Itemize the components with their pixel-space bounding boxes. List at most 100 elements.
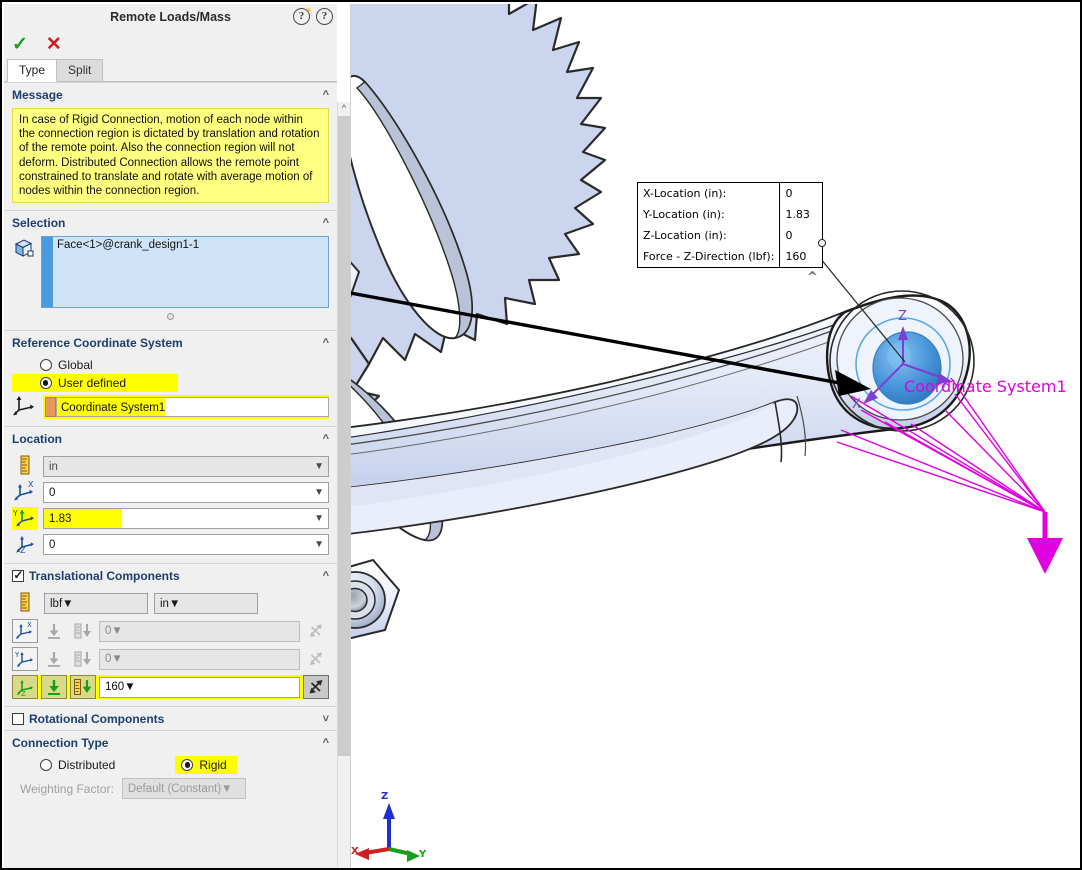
selection-resize-handle[interactable] xyxy=(12,309,329,323)
checkbox-rotational[interactable] xyxy=(12,713,24,726)
help-icon[interactable]: ? xyxy=(316,8,333,25)
radio-global[interactable]: Global xyxy=(12,356,329,374)
length-unit-select[interactable]: in ▼ xyxy=(154,593,258,615)
3d-viewport[interactable]: Z X Y Z X Coordinate System1 X-Location … xyxy=(351,4,1080,868)
section-header-rotational[interactable]: Rotational Components ˅ xyxy=(4,706,337,731)
radio-button-rigid[interactable] xyxy=(181,759,194,772)
svg-text:Z: Z xyxy=(21,690,26,696)
chevron-down-icon[interactable]: ▼ xyxy=(314,509,324,528)
radio-user-defined[interactable]: User defined xyxy=(12,374,178,393)
axis-x-icon[interactable]: X xyxy=(12,619,38,644)
tab-type[interactable]: Type xyxy=(7,59,58,82)
chevron-up-icon[interactable]: ^ xyxy=(323,217,329,229)
weighting-factor-select[interactable]: Default (Constant) ▼ xyxy=(121,778,246,800)
chevron-up-icon[interactable]: ^ xyxy=(323,337,329,349)
message-text: In case of Rigid Connection, motion of e… xyxy=(12,108,329,204)
chevron-down-icon[interactable]: ▼ xyxy=(124,681,135,693)
section-header-selection[interactable]: Selection ^ xyxy=(4,210,337,235)
chevron-down-icon[interactable]: ▼ xyxy=(169,598,180,610)
measure-down-icon[interactable] xyxy=(70,647,96,671)
callout-value-x: 0 xyxy=(785,187,793,200)
section-header-translational[interactable]: Translational Components ^ xyxy=(4,563,337,588)
section-title-message: Message xyxy=(12,88,63,102)
tab-split[interactable]: Split xyxy=(56,59,104,81)
force-down-icon[interactable] xyxy=(41,619,67,643)
location-z-input[interactable]: 0 ▼ xyxy=(43,534,329,556)
checkbox-translational[interactable] xyxy=(12,568,24,583)
coordinate-system-input[interactable]: Coordinate System1 xyxy=(56,396,329,417)
scroll-up-icon[interactable]: ^ xyxy=(338,102,350,116)
section-header-reference-cs[interactable]: Reference Coordinate System ^ xyxy=(4,330,337,355)
close-icon[interactable]: ✕ xyxy=(46,35,62,54)
svg-text:Y: Y xyxy=(13,509,18,518)
callout-anchor-handle[interactable] xyxy=(817,239,826,247)
coordinate-system-field-wrap: Coordinate System1 xyxy=(43,394,329,419)
force-down-icon[interactable] xyxy=(41,647,67,671)
svg-text:X: X xyxy=(28,481,34,489)
coordinate-system-label: Coordinate System1 xyxy=(904,377,1067,396)
radio-distributed[interactable]: Distributed xyxy=(12,756,115,774)
chevron-down-icon[interactable]: ▼ xyxy=(111,625,122,637)
radio-button-user-defined[interactable] xyxy=(40,377,52,390)
callout-table: X-Location (in): 0 Y-Location (in): 1.83… xyxy=(638,183,822,267)
chainring-bolt-lower xyxy=(351,558,401,640)
reverse-direction-y-button[interactable] xyxy=(303,647,329,671)
face-select-icon xyxy=(12,236,36,262)
force-down-icon[interactable] xyxy=(41,675,67,700)
axis-y-icon[interactable]: Y xyxy=(12,647,38,672)
reverse-direction-x-button[interactable] xyxy=(303,619,329,643)
chevron-down-icon[interactable]: ▼ xyxy=(221,783,232,795)
chevron-down-icon[interactable]: ▼ xyxy=(62,598,73,610)
chevron-down-icon[interactable]: ˅ xyxy=(323,713,329,725)
location-x-input[interactable]: 0 ▼ xyxy=(43,482,329,504)
selection-item-face[interactable]: Face<1>@crank_design1-1 xyxy=(57,239,324,251)
chevron-up-icon[interactable]: ^ xyxy=(323,570,329,582)
axis-x-icon: X xyxy=(12,480,38,504)
chevron-up-icon[interactable]: ^ xyxy=(323,89,329,101)
section-body-message: In case of Rigid Connection, motion of e… xyxy=(4,106,337,211)
section-title-location: Location xyxy=(12,432,62,447)
chevron-down-icon[interactable]: ▼ xyxy=(314,483,324,502)
section-header-connection[interactable]: Connection Type ^ xyxy=(4,730,337,755)
force-callout-table[interactable]: X-Location (in): 0 Y-Location (in): 1.83… xyxy=(637,182,826,285)
axis-y-icon: Y xyxy=(12,507,38,531)
triad-label-z: Z xyxy=(381,791,389,802)
weighting-factor-value: Default (Constant) xyxy=(127,782,222,795)
translational-x-input[interactable]: 0 ▼ xyxy=(99,620,300,642)
ruler-icon xyxy=(12,592,38,615)
translational-z-input[interactable]: 160 ▼ xyxy=(99,676,300,698)
measure-down-icon[interactable] xyxy=(70,675,96,700)
chevron-up-icon[interactable]: ^ xyxy=(323,433,329,445)
translational-y-input[interactable]: 0 ▼ xyxy=(99,648,300,670)
location-y-input[interactable]: 1.83 ▼ xyxy=(43,508,329,530)
chevron-down-icon[interactable]: ▼ xyxy=(314,457,324,476)
location-unit-select[interactable]: in ▼ xyxy=(43,456,329,478)
measure-down-icon[interactable] xyxy=(70,619,96,643)
location-x-value: 0 xyxy=(49,486,56,499)
radio-button-global[interactable] xyxy=(40,359,52,372)
callout-value-force: 160 xyxy=(785,250,807,263)
chevron-down-icon[interactable]: ▼ xyxy=(314,535,324,554)
axis-z-icon[interactable]: Z xyxy=(12,675,38,700)
section-header-message[interactable]: Message ^ xyxy=(4,82,337,106)
reverse-direction-z-button[interactable] xyxy=(303,675,329,700)
panel-scrollbar[interactable]: ^ xyxy=(337,102,351,868)
translational-row-z: Z 160 ▼ xyxy=(12,675,329,700)
location-z-value: 0 xyxy=(49,538,56,551)
chevron-down-icon[interactable]: ▼ xyxy=(111,653,122,665)
chevron-up-icon[interactable]: ^ xyxy=(807,270,818,285)
help-whatsnew-icon[interactable]: ? xyxy=(293,4,312,25)
page-title: Remote Loads/Mass xyxy=(110,10,231,24)
radio-button-distributed[interactable] xyxy=(40,759,52,772)
section-body-translational: lbf ▼ in ▼ X 0 ▼ Y 0 ▼ Z 160 ▼ xyxy=(4,587,337,707)
length-unit-value: in xyxy=(160,597,169,610)
force-unit-select[interactable]: lbf ▼ xyxy=(44,593,148,615)
radio-rigid[interactable]: Rigid xyxy=(175,756,237,775)
selection-list-box[interactable]: Face<1>@crank_design1-1 xyxy=(41,236,329,309)
section-header-location[interactable]: Location ^ xyxy=(4,426,337,451)
check-icon[interactable]: ✓ xyxy=(12,35,28,54)
selection-list[interactable]: Face<1>@crank_design1-1 xyxy=(53,237,328,308)
section-title-reference-cs: Reference Coordinate System xyxy=(12,336,183,351)
ruler-icon xyxy=(12,455,38,478)
chevron-up-icon[interactable]: ^ xyxy=(323,737,329,749)
